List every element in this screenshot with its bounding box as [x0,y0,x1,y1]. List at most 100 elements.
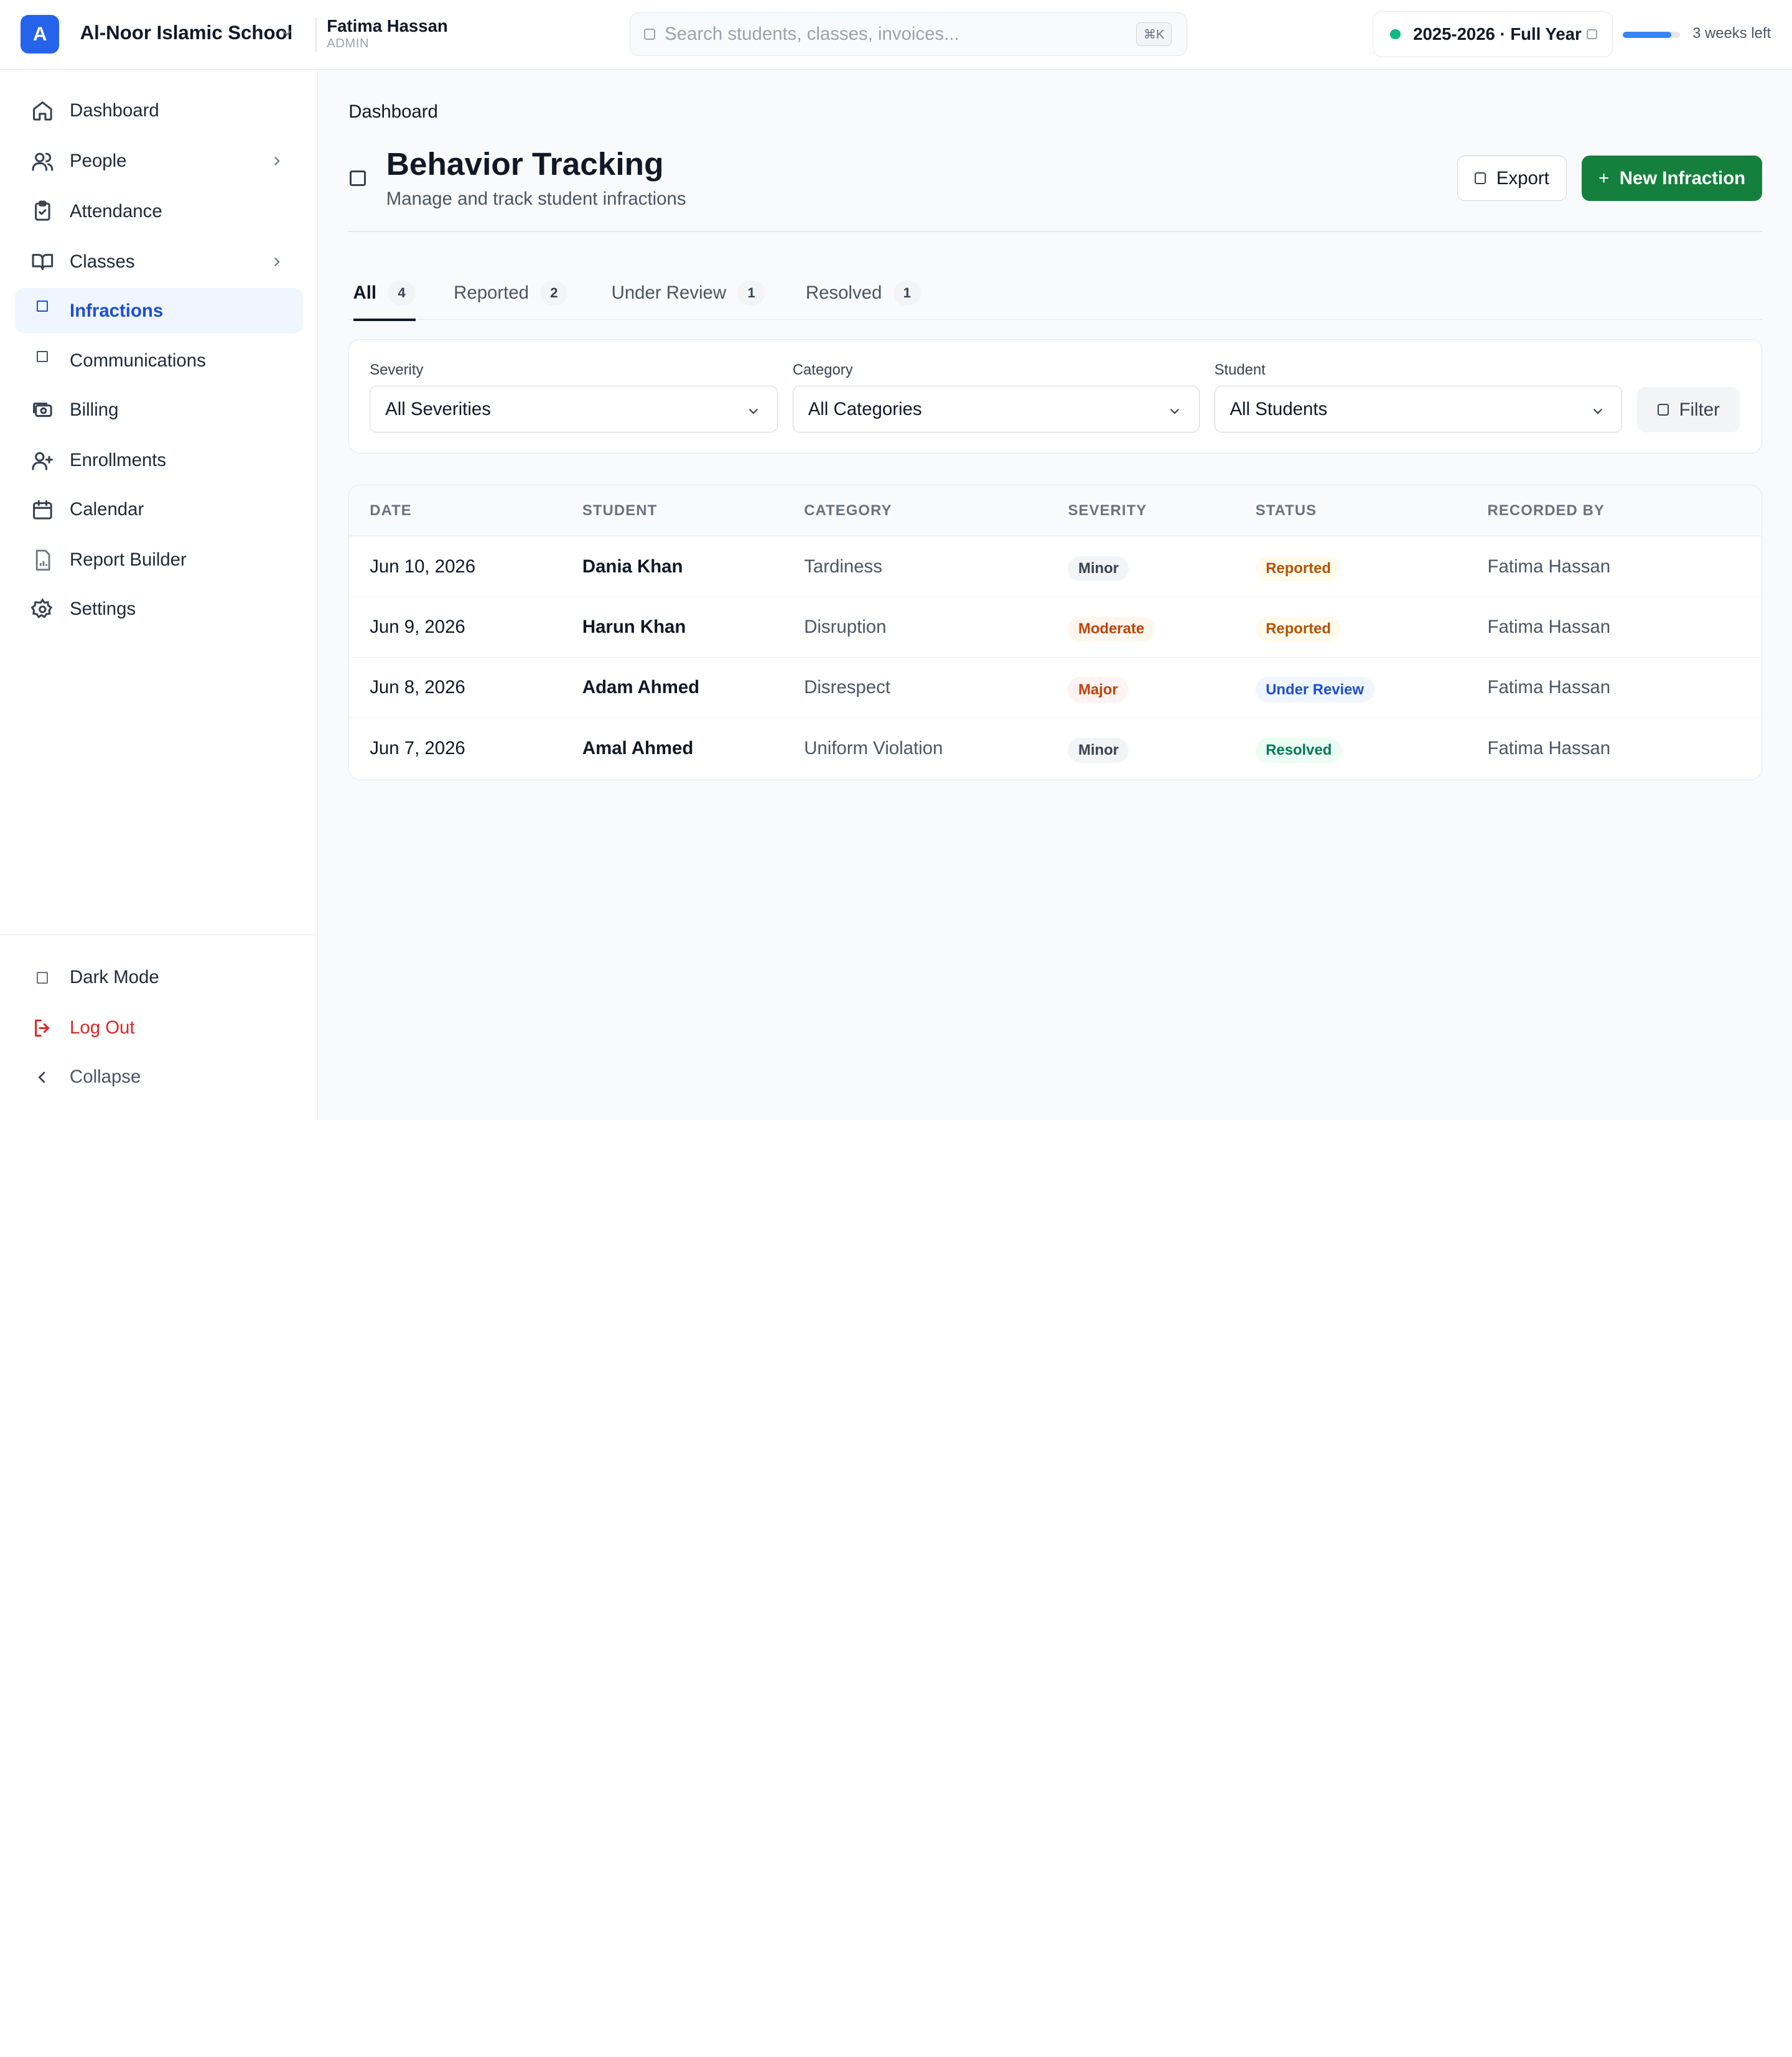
year-progress-fill [1623,32,1672,38]
user-role: ADMIN [327,36,370,50]
page-subtitle: Manage and track student infractions [386,189,686,210]
column-header-date[interactable]: DATE [370,502,412,520]
category-filter-label: Category [792,361,853,379]
top-bar: A Al-Noor Islamic School Fatima Hassan A… [0,0,1792,70]
sidebar-item-classes[interactable]: Classes [15,239,303,284]
log-out-label: Log Out [70,1017,135,1038]
school-logo[interactable]: A [21,14,60,54]
sidebar-item-report-builder[interactable]: Report Builder [15,537,303,582]
status-badge: Reported [1255,616,1342,642]
search-shortcut-badge: ⌘K [1136,22,1172,47]
square-icon [30,298,55,323]
log-out-icon [30,1015,55,1040]
column-header-recorded-by[interactable]: RECORDED BY [1488,502,1605,520]
student-select[interactable]: All Students [1214,385,1623,433]
search-input[interactable] [665,24,1111,45]
home-icon [30,98,55,123]
log-out-button[interactable]: Log Out [15,1005,303,1050]
tab-count-badge: 4 [388,280,416,306]
banknote-icon [30,398,55,422]
school-switcher[interactable]: Al-Noor Islamic School [80,22,293,44]
chevron-left-icon [30,1065,55,1089]
sidebar-item-label: People [70,150,127,171]
new-infraction-label: New Infraction [1619,167,1746,189]
weeks-left-text: 3 weeks left [1692,25,1771,42]
column-header-severity[interactable]: SEVERITY [1068,502,1147,520]
severity-select[interactable]: All Severities [370,385,778,433]
cell-student[interactable]: Adam Ahmed [582,677,699,698]
severity-badge: Moderate [1068,616,1155,642]
new-infraction-button[interactable]: + New Infraction [1581,155,1763,202]
tab-label: Reported [454,282,529,304]
sidebar-item-dashboard[interactable]: Dashboard [15,88,303,133]
tab-label: Resolved [805,282,882,304]
filter-button[interactable]: Filter [1637,386,1740,433]
sidebar-item-label: Communications [70,350,206,371]
user-name: Fatima Hassan [327,16,448,35]
search-box[interactable]: ⌘K [630,12,1188,56]
tab-count-badge: 1 [893,280,921,306]
gear-icon [30,597,55,622]
table-row[interactable]: Jun 9, 2026 Harun Khan Disruption Modera… [349,597,1762,658]
category-select-value: All Categories [808,398,922,419]
status-badge: Reported [1255,556,1342,582]
column-header-status[interactable]: STATUS [1256,502,1317,520]
severity-badge: Minor [1068,556,1129,582]
sidebar-item-communications[interactable]: Communications [15,338,303,384]
severity-filter-label: Severity [370,361,424,379]
header-divider [348,231,1763,232]
sidebar-item-infractions[interactable]: Infractions [14,287,303,334]
cell-category: Tardiness [804,556,882,577]
category-select[interactable]: All Categories [792,385,1200,433]
chevron-right-icon [274,257,280,266]
cell-student[interactable]: Amal Ahmed [582,738,693,759]
dark-mode-label: Dark Mode [70,967,159,988]
search-icon [644,28,656,40]
sidebar-item-calendar[interactable]: Calendar [15,487,303,532]
severity-select-value: All Severities [385,398,491,419]
filter-icon [1657,404,1669,416]
tab-label: Under Review [611,282,727,304]
download-icon [1475,172,1486,184]
tab-resolved[interactable]: Resolved 1 [806,266,921,320]
dark-mode-toggle[interactable]: Dark Mode [15,955,303,1001]
filter-button-label: Filter [1679,399,1720,420]
page-title: Behavior Tracking [386,146,664,182]
breadcrumb[interactable]: Dashboard [348,101,438,123]
cell-student[interactable]: Dania Khan [582,556,683,577]
cell-category: Uniform Violation [804,737,943,758]
cell-student[interactable]: Harun Khan [582,617,686,638]
table-row[interactable]: Jun 7, 2026 Amal Ahmed Uniform Violation… [349,718,1762,778]
status-tabs: All 4 Reported 2 Under Review 1 Resolved… [348,266,1763,322]
main-content: Dashboard Behavior Tracking Manage and t… [319,70,1792,1120]
cell-date: Jun 9, 2026 [370,616,465,637]
status-dot-icon [1390,29,1401,40]
tab-reported[interactable]: Reported 2 [454,266,568,320]
sidebar-item-enrollments[interactable]: Enrollments [15,437,303,483]
sidebar-item-label: Calendar [70,499,144,520]
table-row[interactable]: Jun 10, 2026 Dania Khan Tardiness Minor … [349,536,1762,597]
sidebar-item-attendance[interactable]: Attendance [15,189,303,234]
chevron-down-icon [1593,409,1602,415]
table-row[interactable]: Jun 8, 2026 Adam Ahmed Disrespect Major … [349,658,1762,719]
tab-under-review[interactable]: Under Review 1 [612,266,765,320]
chevron-down-icon [1170,409,1180,415]
school-year-selector[interactable]: 2025-2026 · Full Year [1372,11,1613,57]
cell-category: Disruption [804,616,887,637]
sidebar-item-billing[interactable]: Billing [15,388,303,433]
column-header-category[interactable]: CATEGORY [804,502,892,520]
sidebar-item-people[interactable]: People [15,138,303,184]
filter-panel: Severity All Severities Category All Cat… [348,339,1763,454]
collapse-sidebar-button[interactable]: Collapse [15,1054,303,1099]
infractions-icon [350,170,366,187]
chevron-down-icon[interactable] [279,25,295,41]
tab-all[interactable]: All 4 [353,266,416,322]
sidebar-item-settings[interactable]: Settings [15,586,303,632]
clipboard-check-icon [30,199,55,224]
table-header: DATE STUDENT CATEGORY SEVERITY STATUS RE… [349,485,1762,537]
cell-recorded-by: Fatima Hassan [1487,677,1611,698]
column-header-student[interactable]: STUDENT [582,502,657,520]
sidebar-item-label: Report Builder [70,549,187,570]
app-root: A Al-Noor Islamic School Fatima Hassan A… [0,0,1792,1120]
export-button[interactable]: Export [1457,155,1567,202]
